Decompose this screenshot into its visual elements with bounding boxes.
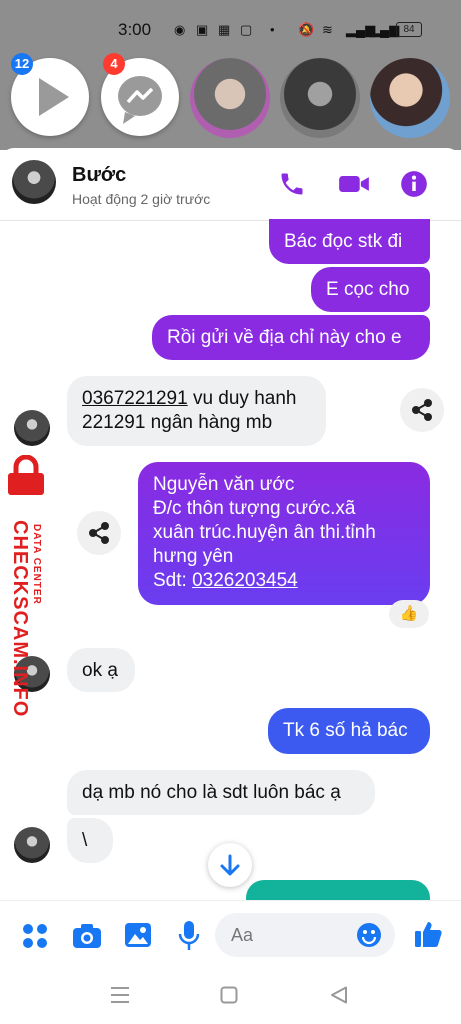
chat-head-avatar-1[interactable] bbox=[190, 58, 270, 138]
wifi-icon: ≋ bbox=[322, 22, 333, 37]
message-text: xuân trúc.huyện ân thi.tỉnh bbox=[153, 522, 376, 543]
message-text: vu duy hanh bbox=[187, 388, 297, 409]
message-incoming[interactable]: ok ạ bbox=[67, 648, 135, 692]
video-call-icon[interactable] bbox=[338, 170, 370, 198]
signal-2-icon: ▂▄▆ bbox=[370, 22, 400, 37]
emoji-icon[interactable] bbox=[356, 922, 382, 948]
radio-notification-icon: ▣ bbox=[196, 22, 209, 37]
chat-head-avatar-2[interactable] bbox=[280, 58, 360, 138]
share-icon bbox=[89, 522, 109, 544]
phone-link[interactable]: 0326203454 bbox=[192, 570, 298, 591]
message-input-placeholder: Aa bbox=[231, 925, 254, 945]
message-composer: Aa bbox=[0, 900, 461, 969]
status-bar: 3:00 ◉ ▣ ▦ ▢ • 🔕 ≋ ▂▄▆ ▂▄▆ 84 bbox=[0, 0, 461, 60]
sender-avatar[interactable] bbox=[14, 410, 50, 446]
system-navigation-bar bbox=[0, 968, 461, 1024]
scroll-to-bottom-button[interactable] bbox=[208, 843, 252, 887]
message-outgoing[interactable]: E cọc cho bbox=[311, 267, 430, 312]
contact-avatar[interactable] bbox=[12, 160, 56, 204]
like-thumbs-up-icon[interactable] bbox=[413, 919, 443, 949]
phone-call-icon[interactable] bbox=[278, 170, 306, 198]
home-icon[interactable] bbox=[220, 986, 238, 1004]
status-time: 3:00 bbox=[118, 20, 152, 39]
image-message-preview[interactable] bbox=[246, 880, 430, 902]
watermark-brand: CHECKSCAM.INFO bbox=[9, 520, 31, 718]
gallery-icon[interactable] bbox=[124, 922, 152, 948]
messenger-notification-icon: ◉ bbox=[174, 22, 186, 37]
chat-notification-icon: ▢ bbox=[240, 22, 253, 37]
message-text: Đ/c thôn tượng cước.xã bbox=[153, 498, 356, 519]
recent-apps-icon[interactable] bbox=[110, 986, 130, 1004]
message-input[interactable]: Aa bbox=[215, 913, 395, 957]
chat-header: Bước Hoạt động 2 giờ trước bbox=[0, 148, 461, 221]
camera-icon[interactable] bbox=[72, 922, 102, 950]
contact-status: Hoạt động 2 giờ trước bbox=[72, 191, 211, 207]
mute-icon: 🔕 bbox=[298, 22, 315, 37]
contact-name[interactable]: Bước bbox=[72, 164, 126, 187]
share-button[interactable] bbox=[77, 511, 121, 555]
sender-avatar[interactable] bbox=[14, 827, 50, 863]
arrow-down-icon bbox=[220, 854, 240, 876]
back-icon[interactable] bbox=[330, 986, 348, 1004]
apps-menu-icon[interactable] bbox=[22, 923, 48, 949]
info-icon[interactable] bbox=[400, 170, 428, 198]
message-incoming[interactable]: 0367221291 vu duy hanh 221291 ngân hàng … bbox=[67, 376, 326, 446]
microphone-icon[interactable] bbox=[178, 920, 200, 952]
chat-head-avatar-3[interactable] bbox=[370, 58, 450, 138]
message-outgoing[interactable]: Tk 6 số hả bác bbox=[268, 708, 430, 754]
message-incoming[interactable]: dạ mb nó cho là sdt luôn bác ạ bbox=[67, 770, 375, 815]
momo-notification-icon: ▦ bbox=[218, 22, 231, 37]
message-text: 221291 ngân hàng mb bbox=[82, 412, 273, 433]
share-button[interactable] bbox=[400, 388, 444, 432]
message-outgoing[interactable]: Rồi gửi về địa chỉ này cho e bbox=[152, 315, 430, 360]
lock-logo-icon bbox=[8, 455, 44, 495]
message-incoming[interactable]: \ bbox=[67, 818, 113, 863]
message-outgoing[interactable]: Bác đọc stk đi bbox=[269, 219, 430, 264]
reaction-badge[interactable]: 👍 bbox=[389, 600, 429, 628]
checkscam-watermark: CHECKSCAM.INFO DATA CENTER bbox=[2, 450, 56, 717]
dot-icon: • bbox=[270, 22, 275, 37]
chat-head-badge: 12 bbox=[11, 53, 33, 75]
share-icon bbox=[412, 399, 432, 421]
battery-icon: 84 bbox=[396, 22, 422, 37]
chat-head-badge: 4 bbox=[103, 53, 125, 75]
watermark-sub: DATA CENTER bbox=[31, 524, 42, 605]
chat-heads-row: 12 4 bbox=[0, 53, 461, 150]
message-outgoing-address[interactable]: Nguyễn văn ước Đ/c thôn tượng cước.xã xu… bbox=[138, 462, 430, 605]
message-text: Sdt: bbox=[153, 570, 193, 591]
message-text: Nguyễn văn ước bbox=[153, 474, 295, 495]
phone-link[interactable]: 0367221291 bbox=[82, 388, 188, 409]
message-text: hưng yên bbox=[153, 546, 234, 567]
